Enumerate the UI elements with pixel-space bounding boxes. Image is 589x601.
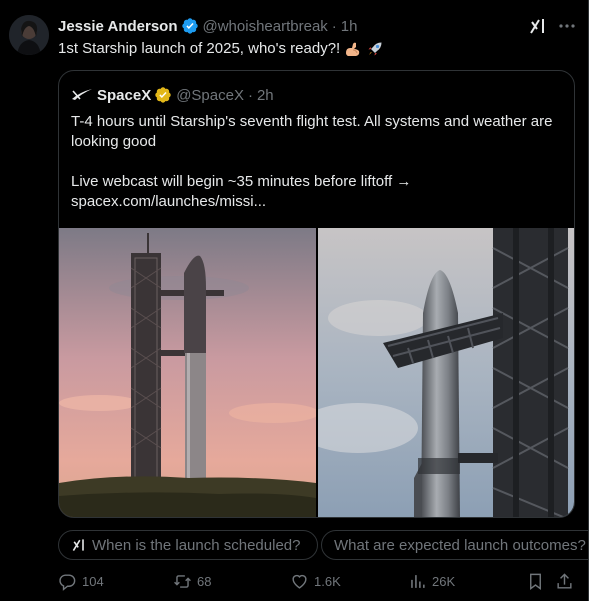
flexed-arm-icon [346,42,360,56]
grok-suggestion-label: What are expected launch outcomes? [334,536,586,554]
quoted-author-handle[interactable]: @SpaceX [176,87,244,104]
separator-dot: · [331,17,337,35]
grok-icon [72,539,84,552]
grok-icon[interactable] [528,16,548,36]
like-button[interactable]: 1.6K [290,570,341,592]
post-timestamp[interactable]: 1h [341,18,358,35]
reply-button[interactable]: 104 [58,570,104,592]
media-grid [59,228,575,518]
view-count: 26K [432,573,456,589]
starship-photo-closeup[interactable] [318,228,575,518]
views-icon [411,574,425,588]
heart-icon [292,574,307,589]
spacex-logo-icon [72,89,92,100]
rocket-icon [368,42,382,56]
reply-icon [59,573,76,591]
avatar[interactable] [9,15,49,55]
author-name[interactable]: Jessie Anderson [58,18,178,35]
grok-suggestions: When is the launch scheduled? What are e… [58,530,589,560]
quoted-post-text: T-4 hours until Starship's seventh fligh… [71,112,561,212]
views-button[interactable]: 26K [408,570,455,592]
post-text: 1st Starship launch of 2025, who's ready… [58,40,341,57]
post-header: Jessie Anderson @whoisheartbreak · 1h [58,16,357,36]
verified-badge-icon[interactable] [181,17,199,35]
grok-suggestion-label: When is the launch scheduled? [92,536,301,554]
bookmark-button[interactable] [526,570,550,592]
repost-count: 68 [197,573,212,589]
quoted-post-header: SpaceX @SpaceX · 2h [71,85,274,105]
more-options-icon[interactable] [558,17,576,35]
starship-photo-sunset[interactable] [59,228,316,518]
like-count: 1.6K [314,573,341,589]
separator-dot: · [247,86,253,104]
grok-suggestion-chip[interactable]: When is the launch scheduled? [58,530,318,560]
quoted-post[interactable]: SpaceX @SpaceX · 2h T-4 hours until Star… [58,70,575,518]
reply-count: 104 [82,573,104,589]
quoted-link[interactable]: spacex.com/launches/missi... [71,192,561,212]
share-button[interactable] [555,570,579,592]
bookmark-icon [530,573,541,590]
author-handle[interactable]: @whoisheartbreak [203,18,328,35]
repost-button[interactable]: 68 [173,570,211,592]
quoted-timestamp[interactable]: 2h [257,87,274,104]
quoted-author-name[interactable]: SpaceX [97,87,151,104]
repost-icon [174,574,191,588]
quoted-text-line: T-4 hours until Starship's seventh fligh… [71,113,553,150]
verified-gold-badge-icon[interactable] [154,86,172,104]
action-bar: 104 68 1.6K 26K [58,570,578,592]
share-icon [557,572,572,589]
post[interactable]: Jessie Anderson @whoisheartbreak · 1h 1s… [0,0,589,601]
quoted-text-line: Live webcast will begin ~35 minutes befo… [71,173,412,190]
grok-suggestion-chip[interactable]: What are expected launch outcomes? [321,530,589,560]
post-text-row: 1st Starship launch of 2025, who's ready… [58,39,384,59]
